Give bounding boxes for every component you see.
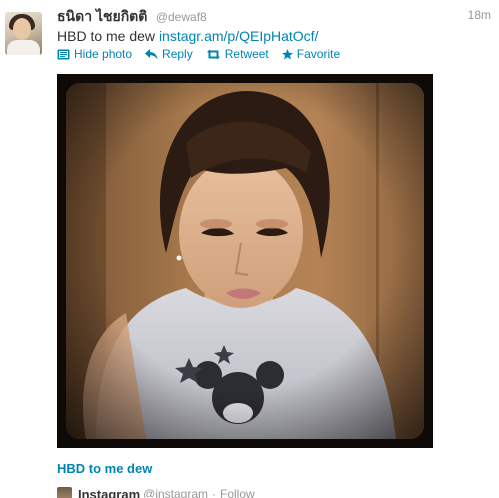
star-icon bbox=[281, 48, 293, 59]
tweet-actions: Hide photo Reply Retweet Favorite bbox=[57, 46, 353, 62]
photo-image bbox=[66, 83, 424, 439]
retweet-icon bbox=[206, 49, 220, 59]
avatar-face bbox=[13, 18, 31, 40]
retweet-button[interactable]: Retweet bbox=[206, 47, 269, 61]
attribution-separator: · bbox=[212, 487, 217, 498]
attribution-username[interactable]: @instagram bbox=[143, 487, 208, 498]
favorite-label: Favorite bbox=[296, 47, 341, 61]
tweet-text: HBD to me dew instagr.am/p/QEIpHatOcf/ bbox=[57, 27, 318, 45]
hide-photo-label: Hide photo bbox=[74, 47, 133, 61]
avatar-shirt bbox=[7, 40, 40, 55]
tweet-photo[interactable] bbox=[66, 83, 424, 439]
tweet-header: ธนิดา ไชยกิตติ @dewaf8 bbox=[57, 7, 207, 25]
hide-photo-button[interactable]: Hide photo bbox=[57, 47, 132, 61]
media-caption[interactable]: HBD to me dew bbox=[57, 461, 152, 476]
attribution-name[interactable]: Instagram bbox=[78, 487, 140, 498]
tweet-text-body: HBD to me dew bbox=[57, 28, 159, 44]
tweet-link[interactable]: instagr.am/p/QEIpHatOcf/ bbox=[159, 28, 319, 44]
media-attribution: Instagram @instagram · Follow bbox=[57, 486, 255, 498]
author-username[interactable]: @dewaf8 bbox=[156, 10, 207, 24]
author-display-name[interactable]: ธนิดา ไชยกิตติ bbox=[57, 8, 147, 24]
author-avatar[interactable] bbox=[5, 12, 42, 55]
favorite-button[interactable]: Favorite bbox=[281, 47, 341, 61]
tweet-timestamp[interactable]: 18m bbox=[468, 8, 491, 22]
instagram-avatar[interactable] bbox=[57, 486, 72, 498]
reply-arrow-icon bbox=[145, 48, 158, 59]
tweet: ธนิดา ไชยกิตติ @dewaf8 18m HBD to me dew… bbox=[0, 0, 499, 498]
photo-icon bbox=[57, 49, 70, 59]
follow-button[interactable]: Follow bbox=[220, 487, 255, 498]
retweet-label: Retweet bbox=[224, 47, 269, 61]
reply-button[interactable]: Reply bbox=[145, 47, 193, 61]
reply-label: Reply bbox=[162, 47, 193, 61]
media-frame[interactable] bbox=[57, 74, 433, 448]
